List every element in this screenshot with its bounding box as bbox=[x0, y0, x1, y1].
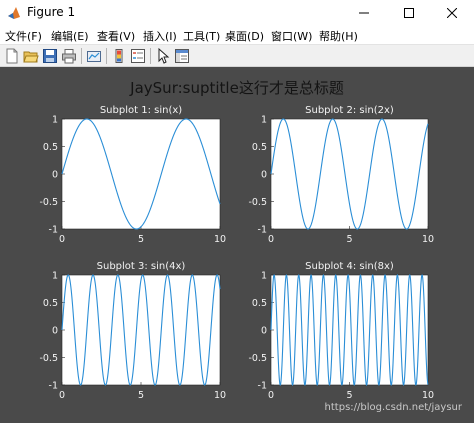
x-tick-label: 0 bbox=[268, 390, 274, 401]
y-tick-label: -1 bbox=[258, 381, 267, 392]
subplot-4: 10.50-0.5-10 5 10 bbox=[248, 271, 434, 402]
subplot-2: 10.50-0.5-10 5 10 bbox=[248, 115, 434, 246]
x-tick-label: 0 bbox=[59, 234, 65, 245]
x-tick-label: 10 bbox=[422, 390, 434, 401]
y-tick-label: 0.5 bbox=[252, 298, 267, 309]
watermark: https://blog.csdn.net/jaysur bbox=[324, 402, 462, 413]
y-tick-label: -0.5 bbox=[39, 353, 58, 364]
subplot-3: 10.50-0.5-10 5 10 bbox=[39, 271, 226, 402]
y-tick-label: -1 bbox=[258, 225, 267, 236]
x-tick-label: 5 bbox=[346, 390, 352, 401]
x-tick-label: 5 bbox=[138, 390, 144, 401]
y-tick-label: -0.5 bbox=[248, 197, 267, 208]
y-tick-label: -1 bbox=[49, 225, 58, 236]
y-tick-label: 0.5 bbox=[43, 298, 58, 309]
x-tick-label: 10 bbox=[214, 234, 226, 245]
y-tick-label: -0.5 bbox=[248, 353, 267, 364]
axes-box bbox=[61, 118, 221, 230]
subplots-grid: 10.50-0.5-10 5 1010.50-0.5-10 5 1010.50-0.5-… bbox=[39, 115, 434, 402]
y-tick-label: 1 bbox=[261, 115, 267, 126]
axes-box bbox=[61, 274, 221, 386]
x-tick-label: 0 bbox=[268, 234, 274, 245]
x-tick-label: 10 bbox=[422, 234, 434, 245]
axes-box bbox=[270, 118, 429, 230]
y-tick-label: -1 bbox=[49, 381, 58, 392]
x-tick-label: 10 bbox=[214, 390, 226, 401]
y-tick-label: -0.5 bbox=[39, 197, 58, 208]
x-tick-label: 5 bbox=[346, 234, 352, 245]
y-tick-label: 0 bbox=[261, 170, 267, 181]
y-tick-label: 0.5 bbox=[252, 142, 267, 153]
y-tick-label: 1 bbox=[261, 271, 267, 282]
y-tick-label: 0 bbox=[52, 170, 58, 181]
subplot-1: 10.50-0.5-10 5 10 bbox=[39, 115, 226, 246]
y-tick-label: 0.5 bbox=[43, 142, 58, 153]
y-tick-label: 1 bbox=[52, 271, 58, 282]
x-tick-label: 0 bbox=[59, 390, 65, 401]
x-tick-label: 5 bbox=[138, 234, 144, 245]
y-tick-label: 0 bbox=[261, 326, 267, 337]
y-tick-label: 0 bbox=[52, 326, 58, 337]
y-tick-label: 1 bbox=[52, 115, 58, 126]
